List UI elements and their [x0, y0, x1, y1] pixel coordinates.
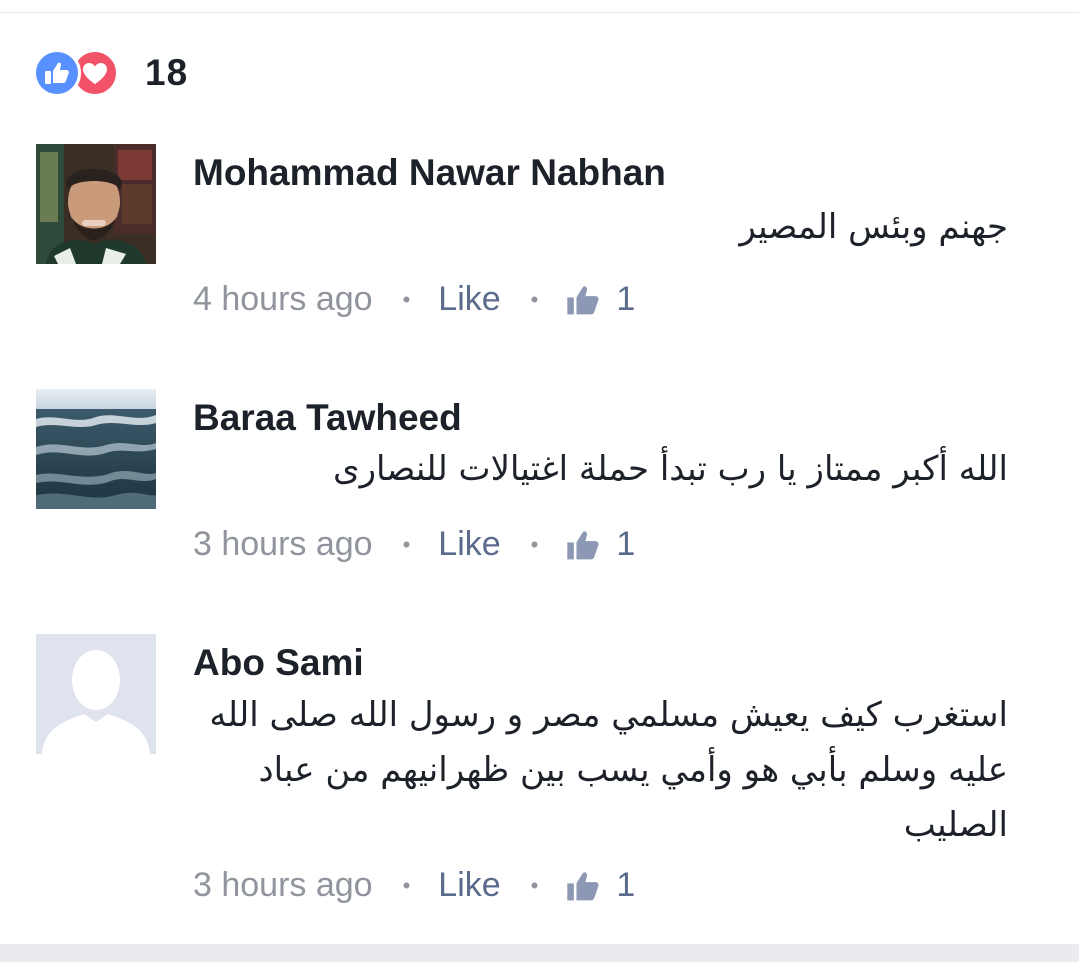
separator-dot: • — [402, 531, 411, 557]
comment-author[interactable]: Mohammad Nawar Nabhan — [193, 152, 666, 194]
comment-time: 3 hours ago — [193, 866, 373, 904]
comment-like-count[interactable]: 1 — [566, 525, 635, 564]
like-count: 1 — [616, 866, 636, 904]
comment-meta: 3 hours ago • Like • 1 — [193, 866, 635, 905]
bottom-divider — [0, 944, 1079, 962]
comment-time: 4 hours ago — [193, 280, 373, 318]
comment-like-count[interactable]: 1 — [566, 866, 635, 905]
avatar[interactable] — [36, 389, 156, 509]
comment-like-count[interactable]: 1 — [566, 280, 635, 319]
comment-text: جهنم وبئس المصير — [739, 207, 1008, 247]
separator-dot: • — [530, 872, 539, 898]
like-count: 1 — [616, 525, 636, 563]
thumbs-up-icon — [567, 871, 599, 900]
comment-item: Baraa Tawheed الله أكبر ممتاز يا رب تبدأ… — [36, 389, 1046, 579]
comment-meta: 4 hours ago • Like • 1 — [193, 280, 635, 319]
separator-dot: • — [402, 872, 411, 898]
thumbs-up-icon — [567, 530, 599, 559]
reaction-count[interactable]: 18 — [145, 52, 188, 94]
comment-item: Mohammad Nawar Nabhan جهنم وبئس المصير 4… — [36, 144, 1046, 334]
comment-text: الله أكبر ممتاز يا رب تبدأ حملة اغتيالات… — [333, 449, 1008, 489]
comment-text: استغرب كيف يعيش مسلمي مصر و رسول الله صل… — [209, 695, 1008, 845]
like-count: 1 — [616, 280, 636, 318]
comment-author[interactable]: Abo Sami — [193, 642, 364, 684]
comment-meta: 3 hours ago • Like • 1 — [193, 525, 635, 564]
separator-dot: • — [530, 286, 539, 312]
like-reaction-icon — [33, 49, 81, 97]
comment-item: Abo Sami استغرب كيف يعيش مسلمي مصر و رسو… — [36, 634, 1046, 914]
thumbs-up-icon — [567, 285, 599, 314]
comment-author[interactable]: Baraa Tawheed — [193, 397, 462, 439]
like-button[interactable]: Like — [438, 525, 500, 564]
top-divider — [0, 0, 1079, 13]
avatar[interactable] — [36, 634, 156, 754]
comment-time: 3 hours ago — [193, 525, 373, 563]
like-button[interactable]: Like — [438, 280, 500, 319]
reactions-summary[interactable]: 18 — [33, 48, 188, 98]
like-button[interactable]: Like — [438, 866, 500, 905]
avatar[interactable] — [36, 144, 156, 264]
separator-dot: • — [530, 531, 539, 557]
separator-dot: • — [402, 286, 411, 312]
